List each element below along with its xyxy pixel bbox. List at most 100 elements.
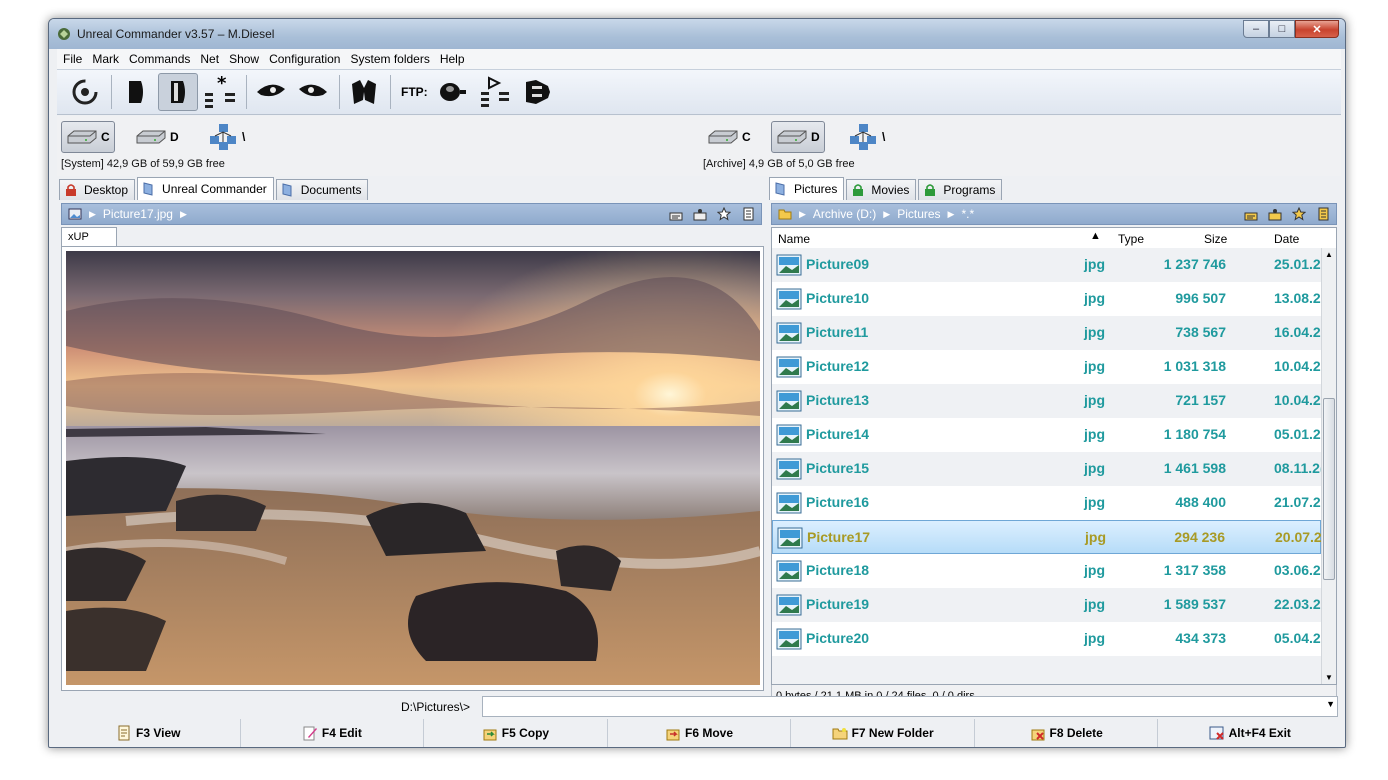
file-row[interactable]: Picture11 jpg 738 567 16.04.2( — [772, 316, 1325, 350]
menu-show[interactable]: Show — [229, 52, 259, 66]
column-date[interactable]: Date — [1274, 232, 1299, 246]
function-key-bar: F3 View F4 Edit F5 Copy F6 Move F7 New F… — [57, 719, 1341, 747]
right-path-mask[interactable]: *.* — [961, 207, 974, 221]
right-path-drive[interactable]: Archive (D:) — [813, 207, 876, 221]
tab-programs[interactable]: Programs — [918, 179, 1003, 200]
notes-icon[interactable] — [741, 207, 755, 221]
favorites-star-icon[interactable] — [717, 207, 731, 221]
vertical-scrollbar[interactable]: ▲ ▼ — [1321, 248, 1336, 684]
menu-system-folders[interactable]: System folders — [350, 52, 429, 66]
ftp-connect-button[interactable] — [434, 73, 474, 111]
ftp-label: FTP: — [401, 85, 428, 99]
disconnect-button[interactable] — [518, 73, 558, 111]
f7-new-folder-button[interactable]: F7 New Folder — [791, 719, 975, 747]
f8-delete-button[interactable]: F8 Delete — [975, 719, 1159, 747]
hotlist-icon[interactable] — [1268, 207, 1282, 221]
viewer-tab-xup[interactable]: xUP — [61, 227, 117, 247]
column-name[interactable]: Name — [778, 232, 810, 246]
column-size[interactable]: Size — [1204, 232, 1227, 246]
back-button[interactable] — [251, 73, 291, 111]
file-row[interactable]: Picture14 jpg 1 180 754 05.01.2( — [772, 418, 1325, 452]
file-type: jpg — [1085, 529, 1106, 545]
left-drive-c[interactable]: C — [61, 121, 115, 153]
tab-unreal-commander[interactable]: Unreal Commander — [137, 177, 274, 200]
minimize-button[interactable]: – — [1243, 20, 1269, 38]
left-panel: Desktop Unreal Commander Documents ▶ Pic… — [59, 177, 764, 709]
main-window: Unreal Commander v3.57 – M.Diesel – □ ✕ … — [48, 18, 1346, 748]
menu-net[interactable]: Net — [200, 52, 219, 66]
f6-move-button[interactable]: F6 Move — [608, 719, 792, 747]
tab-desktop[interactable]: Desktop — [59, 179, 136, 200]
file-row[interactable]: Picture10 jpg 996 507 13.08.2( — [772, 282, 1325, 316]
f5-copy-button[interactable]: F5 Copy — [424, 719, 608, 747]
alt-f4-exit-button[interactable]: Alt+F4 Exit — [1158, 719, 1341, 747]
refresh-icon — [72, 79, 98, 105]
folder-tab-icon — [282, 183, 292, 197]
menu-file[interactable]: File — [63, 52, 82, 66]
forward-button[interactable] — [293, 73, 333, 111]
tab-pictures[interactable]: Pictures — [769, 177, 845, 200]
scroll-thumb[interactable] — [1323, 398, 1335, 580]
left-network[interactable]: \ — [203, 121, 249, 153]
file-name: Picture15 — [806, 460, 870, 476]
menu-configuration[interactable]: Configuration — [269, 52, 340, 66]
scroll-up-icon[interactable]: ▲ — [1325, 250, 1333, 259]
right-drive-c[interactable]: C — [703, 121, 755, 153]
file-row[interactable]: Picture18 jpg 1 317 358 03.06.2( — [772, 554, 1325, 588]
tab-documents[interactable]: Documents — [275, 179, 369, 200]
favorites-star-icon[interactable] — [1292, 207, 1306, 221]
file-row[interactable]: Picture15 jpg 1 461 598 08.11.2( — [772, 452, 1325, 486]
file-row[interactable]: Picture19 jpg 1 589 537 22.03.2( — [772, 588, 1325, 622]
file-row[interactable]: Picture16 jpg 488 400 21.07.2( — [772, 486, 1325, 520]
scroll-down-icon[interactable]: ▼ — [1325, 673, 1333, 682]
column-type[interactable]: Type — [1118, 232, 1144, 246]
lock-icon — [66, 184, 76, 196]
history-icon[interactable] — [669, 207, 683, 221]
right-network[interactable]: \ — [843, 121, 889, 153]
select-all-button[interactable]: * — [200, 73, 240, 111]
dual-panel-button[interactable] — [158, 73, 198, 111]
f3-view-label: F3 View — [136, 726, 181, 740]
f3-view-button[interactable]: F3 View — [57, 719, 241, 747]
f4-edit-button[interactable]: F4 Edit — [241, 719, 425, 747]
refresh-button[interactable] — [65, 73, 105, 111]
tab-unreal-commander-label: Unreal Commander — [162, 182, 267, 196]
menu-commands[interactable]: Commands — [129, 52, 190, 66]
history-icon[interactable] — [1244, 207, 1258, 221]
maximize-button[interactable]: □ — [1269, 20, 1295, 38]
title-bar[interactable]: Unreal Commander v3.57 – M.Diesel – □ ✕ — [49, 19, 1345, 49]
window-title: Unreal Commander v3.57 – M.Diesel — [77, 27, 275, 41]
right-path-folder[interactable]: Pictures — [897, 207, 940, 221]
left-path-file[interactable]: Picture17.jpg — [103, 207, 173, 221]
left-path-tools — [669, 207, 755, 221]
right-tabs: Pictures Movies Programs — [769, 177, 1004, 200]
image-file-icon — [776, 356, 802, 378]
path-separator: ▶ — [883, 208, 891, 219]
file-row[interactable]: Picture13 jpg 721 157 10.04.2( — [772, 384, 1325, 418]
left-drive-d[interactable]: D — [131, 121, 183, 153]
file-type: jpg — [1084, 426, 1105, 442]
command-input[interactable] — [482, 696, 1338, 717]
file-row-partial[interactable] — [772, 656, 1321, 684]
single-panel-button[interactable] — [116, 73, 156, 111]
menu-help[interactable]: Help — [440, 52, 465, 66]
file-row-selected[interactable]: Picture17 jpg 294 236 20.07.2( — [772, 520, 1326, 554]
right-drive-d[interactable]: D — [771, 121, 825, 153]
file-row[interactable]: Picture12 jpg 1 031 318 10.04.2( — [772, 350, 1325, 384]
chevron-down-icon[interactable]: ▼ — [1326, 699, 1335, 709]
notes-icon[interactable] — [1316, 207, 1330, 221]
tab-movies[interactable]: Movies — [846, 179, 917, 200]
ftp-list-button[interactable] — [476, 73, 516, 111]
right-path-bar[interactable]: ▶ Archive (D:) ▶ Pictures ▶ *.* — [771, 203, 1337, 225]
folder-tab-icon — [143, 182, 153, 196]
f7-new-folder-label: F7 New Folder — [851, 726, 934, 740]
search-button[interactable] — [344, 73, 384, 111]
left-path-bar[interactable]: ▶ Picture17.jpg ▶ — [61, 203, 762, 225]
file-row[interactable]: Picture20 jpg 434 373 05.04.2( — [772, 622, 1325, 656]
menu-mark[interactable]: Mark — [92, 52, 119, 66]
close-button[interactable]: ✕ — [1295, 20, 1339, 38]
file-date: 22.03.2( — [1274, 596, 1326, 612]
hotlist-icon[interactable] — [693, 207, 707, 221]
file-size: 1 461 598 — [1163, 460, 1226, 476]
file-row[interactable]: Picture09 jpg 1 237 746 25.01.2( — [772, 248, 1325, 282]
